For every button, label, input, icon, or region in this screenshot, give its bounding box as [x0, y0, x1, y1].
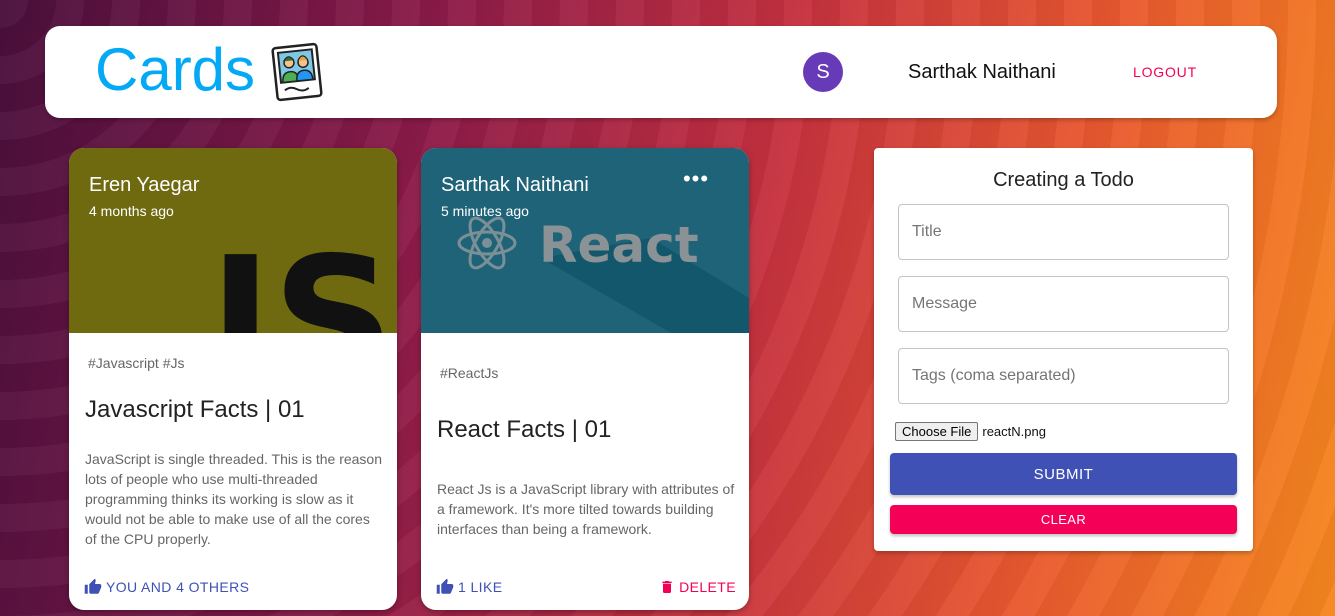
clear-button[interactable]: CLEAR [890, 505, 1237, 534]
post-author: Sarthak Naithani [441, 174, 589, 196]
user-name: Sarthak Naithani [908, 61, 1056, 83]
post-message: React Js is a JavaScript library with at… [437, 481, 735, 537]
form-title: Creating a Todo [993, 169, 1134, 191]
title-input[interactable] [898, 204, 1229, 260]
post-time: 5 minutes ago [441, 203, 529, 219]
post-author: Eren Yaegar [89, 174, 200, 196]
post-actions: 1 LIKE DELETE [421, 576, 749, 600]
file-name: reactN.png [982, 424, 1046, 439]
post-title: Javascript Facts | 01 [85, 396, 305, 423]
like-button[interactable]: 1 LIKE [436, 578, 502, 596]
brand-title[interactable]: Cards [95, 40, 255, 100]
message-input[interactable] [898, 276, 1229, 332]
post-image: React Sarthak Naithani 5 minutes ago ••• [421, 148, 749, 333]
like-label: YOU AND 4 OTHERS [106, 579, 250, 595]
post-actions: YOU AND 4 OTHERS [69, 576, 397, 600]
thumb-up-icon [436, 578, 454, 594]
post-message: JavaScript is single threaded. This is t… [85, 451, 383, 547]
post-tags: #ReactJs [440, 365, 499, 381]
choose-file-button[interactable]: Choose File [895, 422, 979, 441]
post-card-react: React Sarthak Naithani 5 minutes ago •••… [421, 148, 749, 610]
avatar[interactable]: S [803, 52, 843, 92]
post-image: JS Eren Yaegar 4 months ago [69, 148, 397, 333]
post-tags: #Javascript #Js [88, 355, 185, 371]
delete-button[interactable]: DELETE [659, 578, 736, 596]
trash-icon [662, 581, 672, 593]
submit-button[interactable]: SUBMIT [890, 453, 1237, 495]
logout-button[interactable]: LOGOUT [1133, 64, 1197, 80]
svg-text:React: React [539, 216, 699, 274]
file-picker: Choose File reactN.png [895, 422, 1046, 441]
thumb-up-icon [84, 578, 102, 594]
brand-photo-icon [271, 42, 323, 102]
app-bar: Cards S Sarthak Naithani LOGOUT [45, 26, 1277, 118]
like-label: 1 LIKE [458, 579, 503, 595]
more-options-icon[interactable]: ••• [681, 168, 711, 194]
create-todo-form: Creating a Todo Choose File reactN.png S… [874, 148, 1253, 551]
like-button[interactable]: YOU AND 4 OTHERS [84, 578, 249, 596]
delete-label: DELETE [679, 579, 736, 595]
tags-input[interactable] [898, 348, 1229, 404]
post-card-javascript: JS Eren Yaegar 4 months ago #Javascript … [69, 148, 397, 610]
post-title: React Facts | 01 [437, 416, 612, 443]
svg-text:JS: JS [199, 221, 395, 333]
post-time: 4 months ago [89, 203, 174, 219]
